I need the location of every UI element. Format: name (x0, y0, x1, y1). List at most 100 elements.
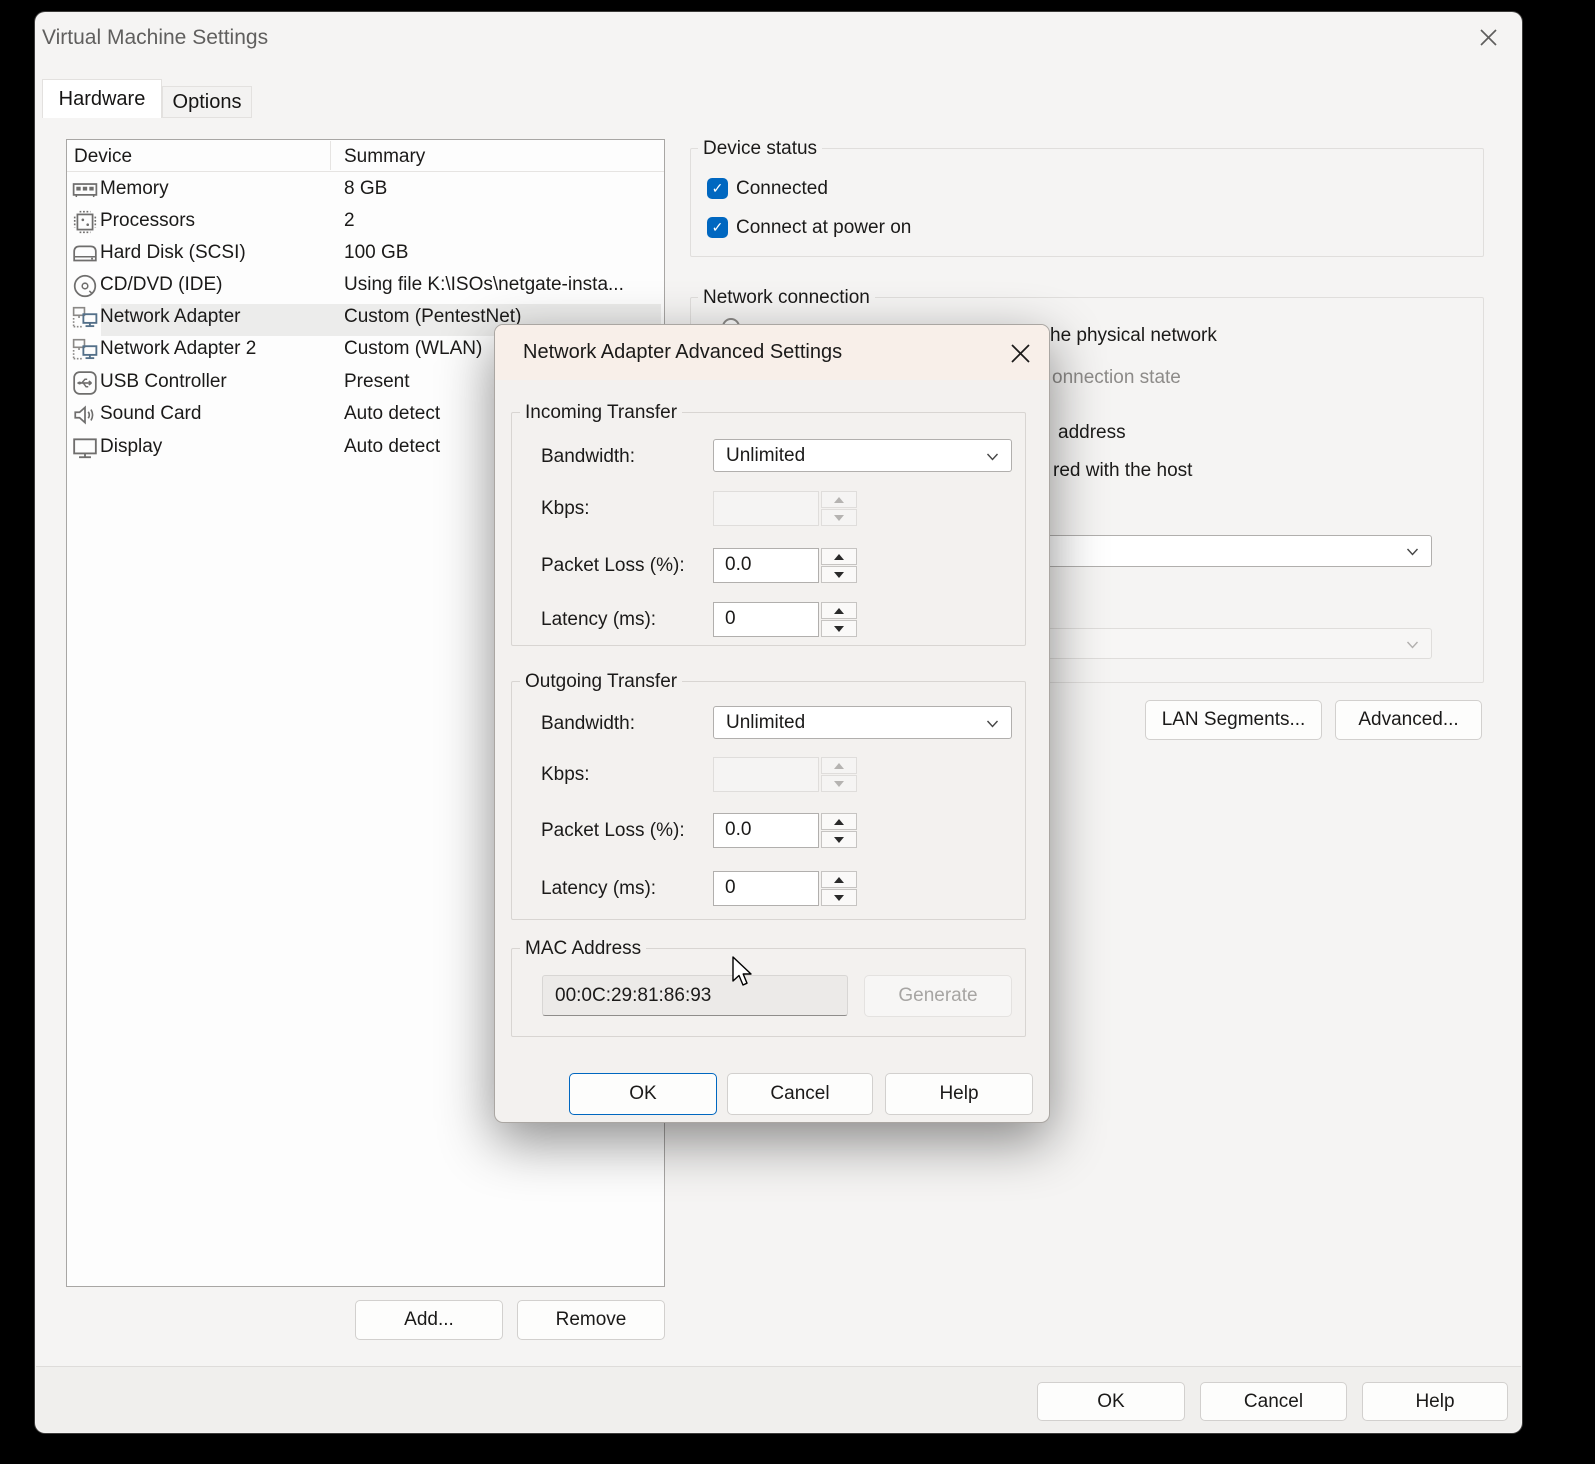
advanced-button[interactable]: Advanced... (1335, 700, 1482, 740)
device-summary: 100 GB (344, 242, 409, 263)
modal-title: Network Adapter Advanced Settings (523, 341, 843, 363)
close-icon[interactable] (1009, 342, 1032, 365)
device-name: Network Adapter 2 (100, 338, 257, 359)
device-summary: Custom (PentestNet) (344, 306, 522, 327)
incoming-latency-input[interactable]: 0 (713, 602, 819, 637)
arrow-down-icon (834, 894, 844, 901)
tab-hardware-label: Hardware (58, 87, 146, 110)
tab-hardware[interactable]: Hardware (42, 79, 162, 118)
outgoing-bandwidth-select[interactable]: Unlimited (713, 706, 1012, 739)
generate-button: Generate (864, 975, 1012, 1017)
network-adapter-advanced-settings-dialog: Network Adapter Advanced Settings Incomi… (494, 324, 1050, 1123)
latency-label: Latency (ms): (541, 609, 657, 630)
outgoing-packet-loss-value: 0.0 (725, 819, 752, 840)
spinner-up-button[interactable] (821, 548, 857, 565)
add-button-label: Add... (404, 1309, 454, 1330)
incoming-packet-loss-input[interactable]: 0.0 (713, 548, 819, 583)
network-option-fragment: he physical network (1050, 325, 1217, 346)
tab-options-label: Options (172, 90, 242, 113)
kbps-label: Kbps: (541, 764, 590, 785)
cancel-button[interactable]: Cancel (1200, 1382, 1347, 1421)
ok-button-label: OK (1097, 1390, 1125, 1412)
arrow-up-icon (834, 818, 844, 825)
arrow-down-icon (834, 514, 844, 521)
device-name: Hard Disk (SCSI) (100, 242, 246, 263)
window-title: Virtual Machine Settings (42, 26, 269, 49)
network-option-fragment: onnection state (1052, 367, 1181, 388)
kbps-label: Kbps: (541, 498, 590, 519)
modal-help-button[interactable]: Help (885, 1073, 1033, 1115)
device-summary: Custom (WLAN) (344, 338, 483, 359)
arrow-up-icon (834, 762, 844, 769)
modal-help-button-label: Help (939, 1083, 979, 1104)
outgoing-packet-loss-input[interactable]: 0.0 (713, 813, 819, 848)
packet-loss-label: Packet Loss (%): (541, 820, 685, 841)
spinner-down-button[interactable] (821, 566, 857, 583)
mac-address-input[interactable]: 00:0C:29:81:86:93 (542, 975, 848, 1016)
connect-at-power-on-checkbox[interactable]: ✓ (707, 217, 728, 238)
outgoing-kbps-input (713, 757, 819, 792)
add-button[interactable]: Add... (355, 1300, 503, 1340)
arrow-up-icon (834, 496, 844, 503)
device-summary: Auto detect (344, 436, 441, 457)
lan-segments-button[interactable]: LAN Segments... (1145, 700, 1322, 740)
outgoing-bandwidth-value: Unlimited (726, 711, 806, 733)
remove-button-label: Remove (555, 1309, 627, 1330)
column-header-summary: Summary (344, 146, 426, 167)
column-divider (330, 141, 331, 170)
network-adapter-icon (72, 306, 98, 328)
display-icon (73, 438, 97, 459)
header-divider (67, 171, 664, 172)
spinner-up-button[interactable] (821, 813, 857, 830)
spinner-down-button (821, 775, 857, 792)
usb-icon (73, 371, 97, 395)
chevron-down-icon (986, 720, 999, 728)
device-name: Sound Card (100, 403, 202, 424)
processor-icon (73, 210, 97, 234)
column-header-device: Device (74, 146, 133, 167)
spinner-down-button[interactable] (821, 831, 857, 848)
spinner-up-button (821, 491, 857, 508)
arrow-down-icon (834, 780, 844, 787)
packet-loss-label: Packet Loss (%): (541, 555, 685, 576)
connected-checkbox-label[interactable]: Connected (736, 178, 828, 200)
device-name: Network Adapter (100, 306, 241, 327)
outgoing-latency-input[interactable]: 0 (713, 871, 819, 906)
ok-button[interactable]: OK (1037, 1382, 1185, 1421)
incoming-packet-loss-value: 0.0 (725, 554, 752, 575)
mac-address-value: 00:0C:29:81:86:93 (555, 984, 712, 1006)
spinner-up-button[interactable] (821, 602, 857, 619)
hard-disk-icon (73, 245, 97, 262)
device-name: USB Controller (100, 371, 227, 392)
remove-button[interactable]: Remove (517, 1300, 665, 1340)
connected-checkbox[interactable]: ✓ (707, 178, 728, 199)
spinner-down-button[interactable] (821, 889, 857, 906)
arrow-down-icon (834, 571, 844, 578)
advanced-button-label: Advanced... (1358, 709, 1459, 730)
device-name: Processors (100, 210, 196, 231)
incoming-bandwidth-select[interactable]: Unlimited (713, 439, 1012, 472)
modal-ok-button-label: OK (629, 1083, 657, 1104)
connect-at-power-on-checkbox-label[interactable]: Connect at power on (736, 217, 911, 239)
tab-options[interactable]: Options (162, 86, 252, 118)
bandwidth-label: Bandwidth: (541, 713, 636, 734)
spinner-down-button (821, 509, 857, 526)
modal-ok-button[interactable]: OK (569, 1073, 717, 1115)
device-name: Memory (100, 178, 169, 199)
cancel-button-label: Cancel (1243, 1390, 1304, 1412)
spinner-down-button[interactable] (821, 620, 857, 637)
arrow-down-icon (834, 836, 844, 843)
close-icon[interactable] (1477, 26, 1500, 49)
device-summary: Present (344, 371, 410, 392)
modal-cancel-button[interactable]: Cancel (727, 1073, 873, 1115)
arrow-up-icon (834, 607, 844, 614)
cd-dvd-icon (73, 274, 97, 298)
arrow-up-icon (834, 553, 844, 560)
device-summary: 8 GB (344, 178, 388, 199)
incoming-latency-value: 0 (725, 608, 736, 629)
network-option-fragment: red with the host (1053, 460, 1193, 481)
spinner-up-button[interactable] (821, 871, 857, 888)
help-button[interactable]: Help (1362, 1382, 1508, 1421)
device-summary: Using file K:\ISOs\netgate-insta... (344, 274, 624, 295)
latency-label: Latency (ms): (541, 878, 657, 899)
